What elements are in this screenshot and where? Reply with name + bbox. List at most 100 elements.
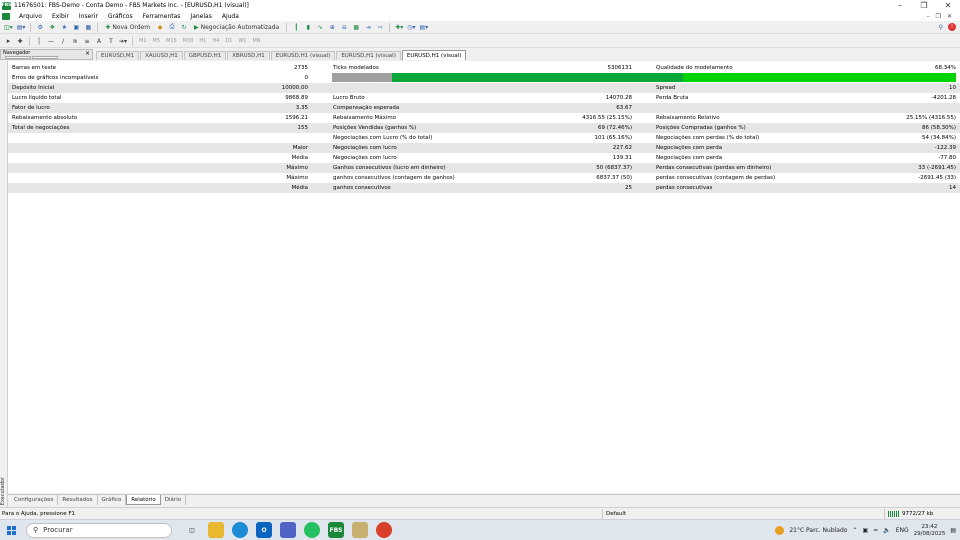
auto-trading-button[interactable]: ▶ Negociação Automatizada	[191, 22, 282, 32]
market-watch-icon[interactable]: ⚙	[35, 22, 45, 32]
timeframe-m1[interactable]: M1	[137, 38, 149, 44]
templates-icon[interactable]: ▤▾	[419, 22, 430, 32]
candlestick-icon[interactable]: ▮	[303, 22, 313, 32]
report-label: Maior	[292, 145, 308, 151]
timeframe-m15[interactable]: M15	[164, 38, 179, 44]
app-logo-icon: FBS	[1, 1, 12, 10]
bar-chart-icon[interactable]: ┃	[291, 22, 301, 32]
clock[interactable]: 23:42 29/08/2025	[914, 524, 946, 538]
periods-icon[interactable]: ◷▾	[406, 22, 416, 32]
alert-icon[interactable]: !	[948, 23, 956, 31]
document-icon[interactable]	[2, 12, 10, 20]
menu-graficos[interactable]: Gráficos	[103, 13, 138, 20]
weather-icon[interactable]	[775, 526, 785, 535]
language-indicator[interactable]: ENG	[896, 527, 909, 534]
menu-arquivo[interactable]: Arquivo	[14, 13, 47, 20]
menu-ferramentas[interactable]: Ferramentas	[138, 13, 186, 20]
fbs-terminal-icon[interactable]: FBS	[328, 522, 344, 538]
close-child-icon[interactable]: ✕	[947, 13, 952, 20]
chrome-icon[interactable]	[376, 522, 392, 538]
refresh-icon[interactable]: ↻	[179, 22, 189, 32]
restore-child-icon[interactable]: ❐	[936, 13, 941, 20]
strategy-tester-icon[interactable]: ▦	[83, 22, 93, 32]
fibonacci-icon[interactable]: ≡	[82, 36, 92, 46]
print-icon[interactable]: ⎙	[167, 22, 177, 32]
zoom-in-icon[interactable]: ⊕	[327, 22, 337, 32]
line-chart-icon[interactable]: ∿	[315, 22, 325, 32]
minimize-child-icon[interactable]: –	[927, 13, 930, 20]
data-window-icon[interactable]: ❖	[47, 22, 57, 32]
network-icon[interactable]: ▣	[863, 527, 869, 534]
app-icon[interactable]	[352, 522, 368, 538]
teams-icon[interactable]	[280, 522, 296, 538]
chart-tab[interactable]: GBPUSD,H1	[183, 51, 227, 60]
cursor-icon[interactable]: ➤	[3, 36, 13, 46]
menu-janelas[interactable]: Janelas	[185, 13, 216, 20]
indicators-icon[interactable]: ✚▾	[394, 22, 404, 32]
arrows-icon[interactable]: ➔▾	[118, 36, 128, 46]
timeframe-d1[interactable]: D1	[223, 38, 234, 44]
report-row: Fator de lucro 3.35 Compensação esperada…	[8, 103, 960, 113]
timeframe-w1[interactable]: W1	[236, 38, 248, 44]
close-icon[interactable]: ✕	[936, 0, 960, 11]
timeframe-h1[interactable]: H1	[197, 38, 208, 44]
navigator-icon[interactable]: ★	[59, 22, 69, 32]
file-explorer-icon[interactable]	[208, 522, 224, 538]
chart-tab[interactable]: EURUSD,H1 (visual)	[270, 51, 336, 60]
outlook-icon[interactable]: O	[256, 522, 272, 538]
report-value: 25	[625, 185, 632, 191]
tab-diario[interactable]: Diário	[161, 495, 187, 505]
report-value: 5306131	[607, 65, 633, 71]
chevron-up-icon[interactable]: ⌃	[852, 527, 857, 534]
tab-relatorio[interactable]: Relatório	[126, 495, 161, 505]
menu-inserir[interactable]: Inserir	[74, 13, 103, 20]
horizontal-line-icon[interactable]: —	[46, 36, 56, 46]
tab-grafico[interactable]: Gráfico	[98, 495, 127, 505]
weather-text[interactable]: 21°C Parc. Nublado	[789, 527, 847, 534]
tab-resultados[interactable]: Resultados	[58, 495, 98, 505]
new-order-button[interactable]: ✚ Nova Ordem	[102, 22, 153, 32]
wifi-icon[interactable]: ≈	[873, 527, 878, 534]
crosshair-icon[interactable]: ✚	[15, 36, 25, 46]
terminal-icon[interactable]: ▣	[71, 22, 81, 32]
channel-icon[interactable]: ≋	[70, 36, 80, 46]
label-tool-icon[interactable]: T	[106, 36, 116, 46]
timeframe-m5[interactable]: M5	[151, 38, 163, 44]
navigator-close-icon[interactable]: ×	[85, 50, 90, 57]
chart-tab[interactable]: XBRUSD,H1	[227, 51, 270, 60]
metaeditor-icon[interactable]: ◆	[155, 22, 165, 32]
trendline-icon[interactable]: ∕	[58, 36, 68, 46]
taskbar-search[interactable]: ⚲ Procurar	[26, 522, 172, 538]
chart-shift-icon[interactable]: ⇥	[363, 22, 373, 32]
timeframe-h4[interactable]: H4	[210, 38, 221, 44]
navigator-panel[interactable]: Navegador ×	[0, 49, 93, 60]
navigator-tab[interactable]	[5, 56, 31, 59]
clock-time: 23:42	[921, 523, 938, 530]
menu-exibir[interactable]: Exibir	[47, 13, 74, 20]
chart-tab[interactable]: EURUSD,M1	[96, 51, 140, 60]
tab-configuracoes[interactable]: Configurações	[10, 495, 59, 505]
restore-icon[interactable]: ❐	[912, 0, 936, 11]
profiles-icon[interactable]: ▤▾	[16, 22, 27, 32]
text-tool-icon[interactable]: A	[94, 36, 104, 46]
tile-windows-icon[interactable]: ▦	[351, 22, 361, 32]
notifications-icon[interactable]: ▤	[950, 527, 956, 534]
minimize-icon[interactable]: –	[888, 0, 912, 11]
edge-browser-icon[interactable]	[232, 522, 248, 538]
autoscroll-icon[interactable]: ⇨	[375, 22, 385, 32]
navigator-tab[interactable]	[32, 56, 58, 59]
vertical-line-icon[interactable]: │	[34, 36, 44, 46]
chart-tab[interactable]: XAUUSD,H1	[140, 51, 183, 60]
volume-icon[interactable]: 🔈	[883, 527, 890, 534]
search-icon[interactable]: ⚲	[939, 24, 943, 31]
timeframe-mn[interactable]: MN	[250, 38, 262, 44]
start-button[interactable]	[0, 520, 22, 540]
whatsapp-icon[interactable]	[304, 522, 320, 538]
zoom-out-icon[interactable]: ⊖	[339, 22, 349, 32]
task-view-icon[interactable]: ◫	[184, 522, 200, 538]
new-chart-icon[interactable]: ◫▾	[3, 22, 14, 32]
chart-tab[interactable]: EURUSD,H1 (visual)	[336, 51, 401, 60]
chart-tab-active[interactable]: EURUSD,H1 (visual)	[401, 50, 467, 60]
menu-ajuda[interactable]: Ajuda	[217, 13, 244, 20]
timeframe-m30[interactable]: M30	[181, 38, 196, 44]
